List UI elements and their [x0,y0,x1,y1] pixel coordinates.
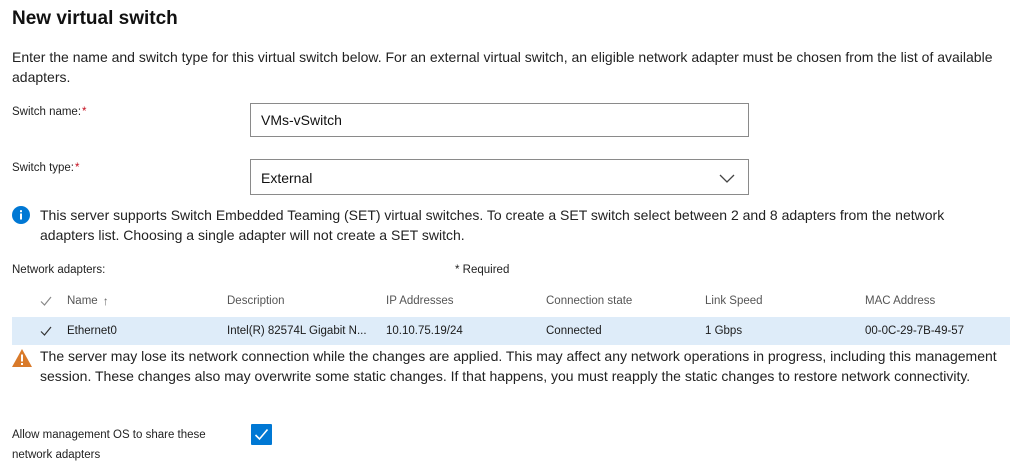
required-note: * Required [455,264,510,276]
switch-type-label-text: Switch type: [12,162,74,174]
share-adapters-label: Allow management OS to share these netwo… [12,429,206,461]
switch-name-label-text: Switch name: [12,106,82,118]
switch-name-input[interactable]: VMs-vSwitch [250,103,749,137]
info-text: This server supports Switch Embedded Tea… [40,207,945,243]
column-header-name[interactable]: Name ↑ [67,290,109,312]
cell-link-speed: 1 Gbps [705,325,743,337]
chevron-down-icon [719,174,735,183]
required-mark: * [82,106,87,118]
checkmark-icon [40,326,52,336]
cell-mac: 00-0C-29-7B-49-57 [865,325,965,337]
column-name-label: Name [67,295,98,307]
checkmark-icon [40,296,52,306]
column-header-description[interactable]: Description [227,290,285,312]
switch-name-label: Switch name:* [12,106,87,118]
column-header-link-speed[interactable]: Link Speed [705,290,763,312]
select-all-checkbox[interactable] [40,290,56,312]
switch-type-value: External [261,170,313,186]
switch-type-label: Switch type:* [12,162,79,174]
cell-connection: Connected [546,325,602,337]
warning-icon [12,349,32,367]
cell-description: Intel(R) 82574L Gigabit N... [227,325,367,337]
switch-type-dropdown[interactable]: External [250,159,749,195]
share-adapters-checkbox[interactable] [251,424,272,445]
column-header-ip[interactable]: IP Addresses [386,290,454,312]
table-row[interactable]: Ethernet0 Intel(R) 82574L Gigabit N... 1… [12,317,1010,345]
page-title: New virtual switch [12,8,178,29]
checkmark-icon [254,428,269,441]
network-adapters-label: Network adapters: [12,264,106,276]
column-header-mac[interactable]: MAC Address [865,290,935,312]
column-header-connection[interactable]: Connection state [546,290,632,312]
adapters-grid-header: Name ↑ Description IP Addresses Connecti… [12,290,1010,312]
warning-text: The server may lose its network connecti… [40,348,997,384]
info-icon [12,206,30,224]
cell-ip: 10.10.75.19/24 [386,325,463,337]
row-checkbox[interactable] [40,317,56,345]
cell-name: Ethernet0 [67,325,117,337]
sort-ascending-icon: ↑ [102,294,109,308]
intro-text: Enter the name and switch type for this … [12,49,993,85]
required-mark: * [75,162,80,174]
